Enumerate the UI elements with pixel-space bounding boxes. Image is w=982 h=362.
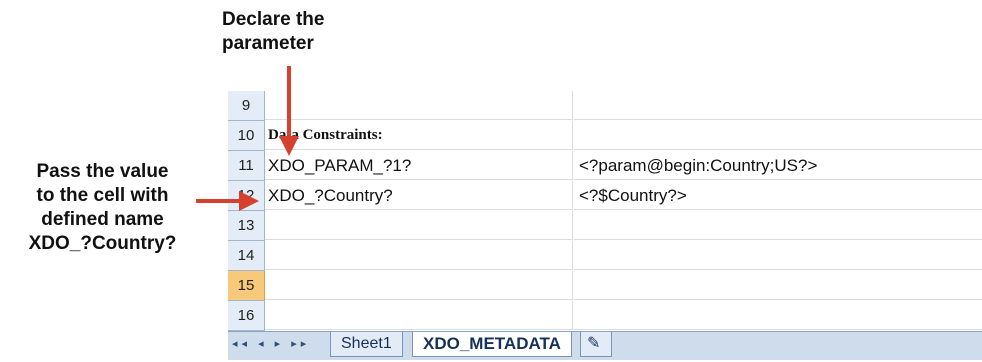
callout-arrows <box>196 66 299 211</box>
